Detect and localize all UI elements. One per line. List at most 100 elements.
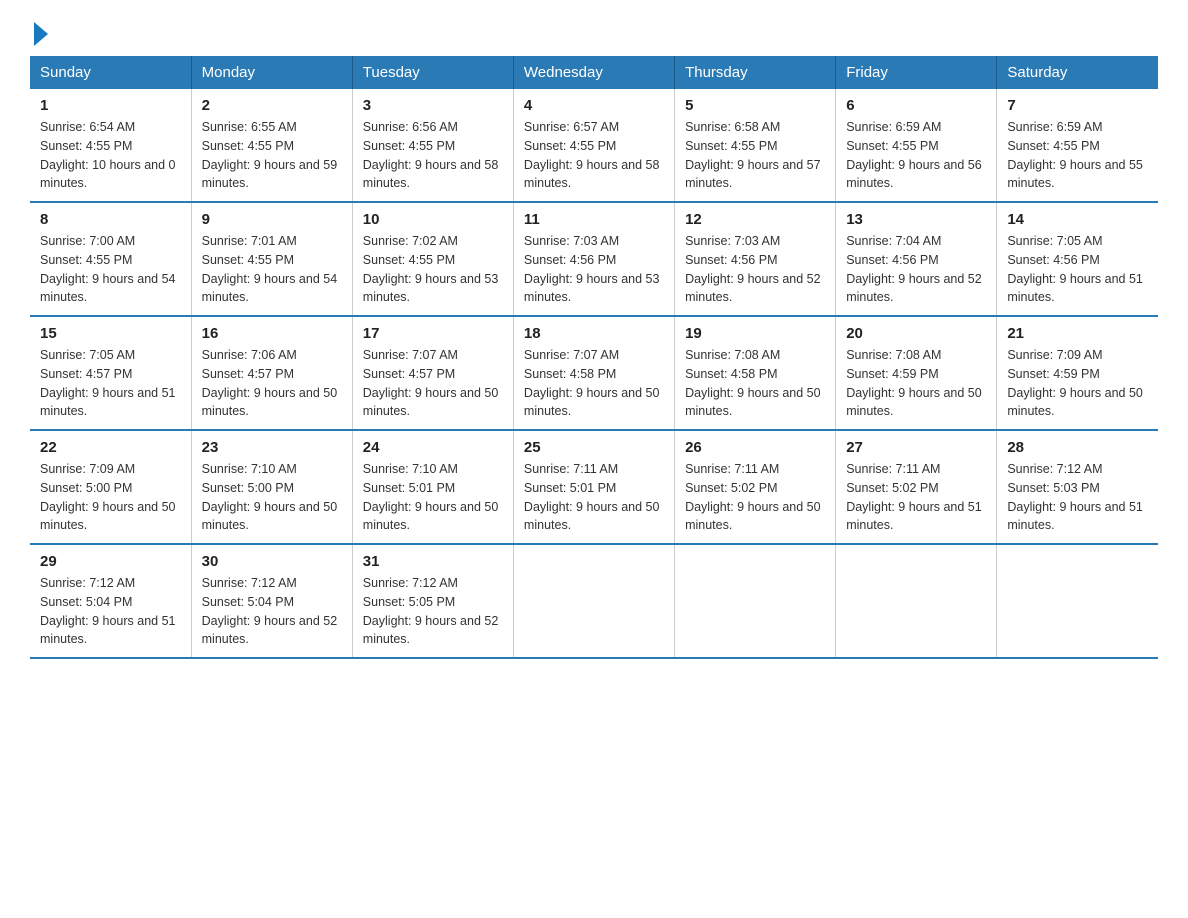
page-header — [30, 20, 1158, 46]
calendar-cell: 25 Sunrise: 7:11 AMSunset: 5:01 PMDayligh… — [513, 430, 674, 544]
calendar-cell: 27Sunrise: 7:11 AMSunset: 5:02 PMDayligh… — [836, 430, 997, 544]
logo — [30, 20, 48, 46]
calendar-table: SundayMondayTuesdayWednesdayThursdayFrid… — [30, 56, 1158, 659]
day-info: Sunrise: 7:02 AMSunset: 4:55 PMDaylight:… — [363, 232, 503, 307]
day-info: Sunrise: 7:09 AMSunset: 5:00 PMDaylight:… — [40, 460, 181, 535]
calendar-week-row: 29 Sunrise: 7:12 AMSunset: 5:04 PMDayligh… — [30, 544, 1158, 658]
day-number: 23 — [202, 439, 342, 456]
calendar-week-row: 15 Sunrise: 7:05 AMSunset: 4:57 PMDayligh… — [30, 316, 1158, 430]
day-number: 7 — [1007, 97, 1148, 114]
column-header-wednesday: Wednesday — [513, 56, 674, 89]
day-number: 22 — [40, 439, 181, 456]
calendar-cell: 12 Sunrise: 7:03 AMSunset: 4:56 PMDayligh… — [675, 202, 836, 316]
day-info: Sunrise: 7:07 AMSunset: 4:57 PMDaylight:… — [363, 346, 503, 421]
calendar-cell: 1Sunrise: 6:54 AMSunset: 4:55 PMDaylight… — [30, 89, 191, 202]
day-info: Sunrise: 6:57 AMSunset: 4:55 PMDaylight:… — [524, 118, 664, 193]
day-info: Sunrise: 7:01 AMSunset: 4:55 PMDaylight:… — [202, 232, 342, 307]
calendar-cell: 23Sunrise: 7:10 AMSunset: 5:00 PMDayligh… — [191, 430, 352, 544]
calendar-cell: 8 Sunrise: 7:00 AMSunset: 4:55 PMDaylight… — [30, 202, 191, 316]
day-info: Sunrise: 7:05 AMSunset: 4:57 PMDaylight:… — [40, 346, 181, 421]
day-info: Sunrise: 7:06 AMSunset: 4:57 PMDaylight:… — [202, 346, 342, 421]
day-info: Sunrise: 6:56 AMSunset: 4:55 PMDaylight:… — [363, 118, 503, 193]
day-number: 10 — [363, 211, 503, 228]
calendar-cell: 3 Sunrise: 6:56 AMSunset: 4:55 PMDaylight… — [352, 89, 513, 202]
calendar-cell — [836, 544, 997, 658]
calendar-cell: 9 Sunrise: 7:01 AMSunset: 4:55 PMDaylight… — [191, 202, 352, 316]
day-info: Sunrise: 7:03 AMSunset: 4:56 PMDaylight:… — [524, 232, 664, 307]
day-info: Sunrise: 7:08 AMSunset: 4:58 PMDaylight:… — [685, 346, 825, 421]
day-info: Sunrise: 7:09 AMSunset: 4:59 PMDaylight:… — [1007, 346, 1148, 421]
day-info: Sunrise: 7:11 AMSunset: 5:02 PMDaylight:… — [685, 460, 825, 535]
calendar-cell: 20Sunrise: 7:08 AMSunset: 4:59 PMDayligh… — [836, 316, 997, 430]
day-number: 27 — [846, 439, 986, 456]
day-info: Sunrise: 7:12 AMSunset: 5:04 PMDaylight:… — [40, 574, 181, 649]
day-info: Sunrise: 7:07 AMSunset: 4:58 PMDaylight:… — [524, 346, 664, 421]
day-number: 24 — [363, 439, 503, 456]
day-info: Sunrise: 7:05 AMSunset: 4:56 PMDaylight:… — [1007, 232, 1148, 307]
day-number: 3 — [363, 97, 503, 114]
logo-arrow-icon — [34, 22, 48, 46]
calendar-cell — [675, 544, 836, 658]
day-info: Sunrise: 6:58 AMSunset: 4:55 PMDaylight:… — [685, 118, 825, 193]
day-number: 16 — [202, 325, 342, 342]
day-number: 8 — [40, 211, 181, 228]
calendar-cell: 30 Sunrise: 7:12 AMSunset: 5:04 PMDayligh… — [191, 544, 352, 658]
day-number: 1 — [40, 97, 181, 114]
column-header-sunday: Sunday — [30, 56, 191, 89]
day-info: Sunrise: 7:11 AMSunset: 5:01 PMDaylight:… — [524, 460, 664, 535]
day-number: 29 — [40, 553, 181, 570]
column-header-tuesday: Tuesday — [352, 56, 513, 89]
day-number: 12 — [685, 211, 825, 228]
calendar-cell: 22 Sunrise: 7:09 AMSunset: 5:00 PMDayligh… — [30, 430, 191, 544]
day-number: 11 — [524, 211, 664, 228]
day-info: Sunrise: 7:00 AMSunset: 4:55 PMDaylight:… — [40, 232, 181, 307]
day-number: 6 — [846, 97, 986, 114]
calendar-cell: 18 Sunrise: 7:07 AMSunset: 4:58 PMDayligh… — [513, 316, 674, 430]
calendar-cell: 6 Sunrise: 6:59 AMSunset: 4:55 PMDaylight… — [836, 89, 997, 202]
calendar-cell: 26 Sunrise: 7:11 AMSunset: 5:02 PMDayligh… — [675, 430, 836, 544]
calendar-cell: 13Sunrise: 7:04 AMSunset: 4:56 PMDayligh… — [836, 202, 997, 316]
day-number: 5 — [685, 97, 825, 114]
calendar-week-row: 8 Sunrise: 7:00 AMSunset: 4:55 PMDaylight… — [30, 202, 1158, 316]
calendar-cell — [997, 544, 1158, 658]
day-number: 30 — [202, 553, 342, 570]
calendar-cell: 17Sunrise: 7:07 AMSunset: 4:57 PMDayligh… — [352, 316, 513, 430]
day-number: 18 — [524, 325, 664, 342]
day-info: Sunrise: 7:12 AMSunset: 5:04 PMDaylight:… — [202, 574, 342, 649]
calendar-week-row: 1Sunrise: 6:54 AMSunset: 4:55 PMDaylight… — [30, 89, 1158, 202]
column-header-friday: Friday — [836, 56, 997, 89]
day-number: 21 — [1007, 325, 1148, 342]
column-header-monday: Monday — [191, 56, 352, 89]
day-info: Sunrise: 7:04 AMSunset: 4:56 PMDaylight:… — [846, 232, 986, 307]
calendar-cell: 21 Sunrise: 7:09 AMSunset: 4:59 PMDayligh… — [997, 316, 1158, 430]
day-number: 4 — [524, 97, 664, 114]
column-header-saturday: Saturday — [997, 56, 1158, 89]
day-info: Sunrise: 6:55 AMSunset: 4:55 PMDaylight:… — [202, 118, 342, 193]
calendar-cell: 5 Sunrise: 6:58 AMSunset: 4:55 PMDaylight… — [675, 89, 836, 202]
day-number: 25 — [524, 439, 664, 456]
calendar-week-row: 22 Sunrise: 7:09 AMSunset: 5:00 PMDayligh… — [30, 430, 1158, 544]
day-number: 28 — [1007, 439, 1148, 456]
day-number: 9 — [202, 211, 342, 228]
day-info: Sunrise: 7:03 AMSunset: 4:56 PMDaylight:… — [685, 232, 825, 307]
calendar-cell — [513, 544, 674, 658]
calendar-cell: 24Sunrise: 7:10 AMSunset: 5:01 PMDayligh… — [352, 430, 513, 544]
day-info: Sunrise: 7:08 AMSunset: 4:59 PMDaylight:… — [846, 346, 986, 421]
day-number: 26 — [685, 439, 825, 456]
calendar-cell: 15 Sunrise: 7:05 AMSunset: 4:57 PMDayligh… — [30, 316, 191, 430]
day-number: 2 — [202, 97, 342, 114]
calendar-cell: 16 Sunrise: 7:06 AMSunset: 4:57 PMDayligh… — [191, 316, 352, 430]
day-number: 14 — [1007, 211, 1148, 228]
calendar-cell: 14 Sunrise: 7:05 AMSunset: 4:56 PMDayligh… — [997, 202, 1158, 316]
calendar-cell: 2 Sunrise: 6:55 AMSunset: 4:55 PMDaylight… — [191, 89, 352, 202]
calendar-cell: 28 Sunrise: 7:12 AMSunset: 5:03 PMDayligh… — [997, 430, 1158, 544]
calendar-header-row: SundayMondayTuesdayWednesdayThursdayFrid… — [30, 56, 1158, 89]
column-header-thursday: Thursday — [675, 56, 836, 89]
day-info: Sunrise: 6:59 AMSunset: 4:55 PMDaylight:… — [846, 118, 986, 193]
day-info: Sunrise: 7:12 AMSunset: 5:03 PMDaylight:… — [1007, 460, 1148, 535]
day-number: 15 — [40, 325, 181, 342]
calendar-cell: 7 Sunrise: 6:59 AMSunset: 4:55 PMDaylight… — [997, 89, 1158, 202]
calendar-cell: 10 Sunrise: 7:02 AMSunset: 4:55 PMDayligh… — [352, 202, 513, 316]
day-info: Sunrise: 6:59 AMSunset: 4:55 PMDaylight:… — [1007, 118, 1148, 193]
calendar-cell: 19Sunrise: 7:08 AMSunset: 4:58 PMDayligh… — [675, 316, 836, 430]
